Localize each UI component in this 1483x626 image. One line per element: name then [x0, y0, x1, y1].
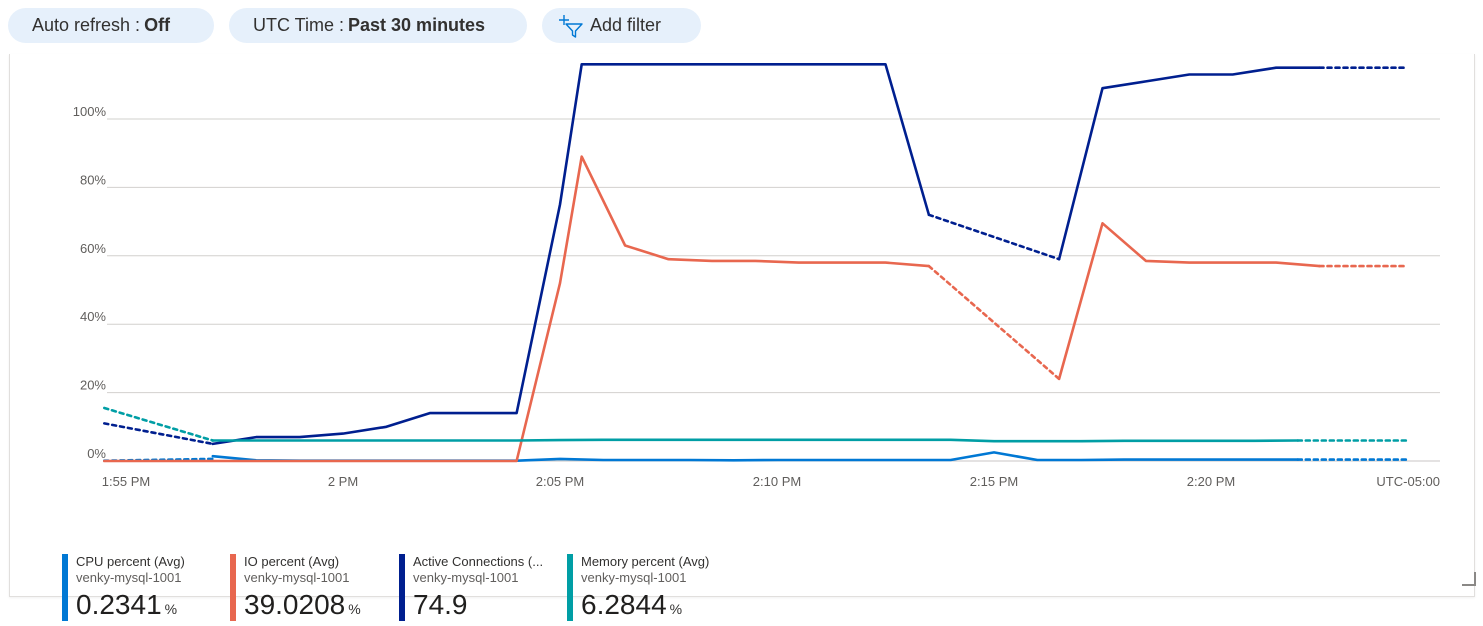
add-filter-icon	[559, 14, 583, 38]
legend-series-name: Memory percent (Avg)	[581, 554, 710, 569]
legend-value: 6.2844	[581, 589, 667, 620]
auto-refresh-label: Auto refresh :	[32, 15, 141, 35]
series-2-line	[1057, 66, 1321, 261]
legend-color-bar	[230, 554, 236, 621]
legend-value: 74.9	[413, 589, 468, 620]
x-tick-label: 2:10 PM	[753, 474, 801, 489]
series-0-line	[211, 451, 1300, 463]
y-tick-label: 60%	[80, 241, 106, 256]
series-1-line	[103, 155, 931, 463]
x-tick-label: 1:55 PM	[102, 474, 150, 489]
y-tick-label: 20%	[80, 378, 106, 393]
auto-refresh-button[interactable]: Auto refresh : Off	[8, 8, 214, 43]
series-1-dashed-line	[927, 264, 1061, 381]
legend-value: 39.0208	[244, 589, 346, 620]
legend-unit: %	[669, 601, 683, 617]
add-filter-button[interactable]: Add filter	[542, 8, 701, 43]
x-tick-label: 2:20 PM	[1187, 474, 1235, 489]
series-3-dashed-line	[103, 406, 215, 442]
y-tick-label: 0%	[87, 446, 106, 461]
resize-handle[interactable]	[1462, 572, 1476, 586]
series-3-line	[211, 438, 1300, 443]
y-tick-label: 40%	[80, 309, 106, 324]
legend-unit: %	[348, 601, 361, 617]
legend-resource-name: venky-mysql-1001	[244, 570, 350, 585]
x-tick-label: 2 PM	[328, 474, 358, 489]
add-filter-label: Add filter	[590, 15, 662, 35]
legend-unit: %	[164, 601, 178, 617]
legend-color-bar	[399, 554, 405, 621]
x-tick-label: 2:05 PM	[536, 474, 584, 489]
legend-resource-name: venky-mysql-1001	[581, 570, 687, 585]
series-1-line	[1057, 222, 1321, 381]
legend-series-name: Active Connections (...	[413, 554, 544, 569]
time-range-value: Past 30 minutes	[348, 15, 486, 35]
legend-item-active-connections[interactable]: Active Connections (... venky-mysql-1001…	[399, 554, 543, 626]
y-tick-label: 80%	[80, 172, 106, 187]
legend-series-name: IO percent (Avg)	[244, 554, 340, 569]
series-2-dashed-line	[103, 422, 215, 446]
legend-color-bar	[567, 554, 573, 621]
legend-value: 0.2341	[76, 589, 162, 620]
auto-refresh-value: Off	[144, 15, 171, 35]
timezone-label: UTC-05:00	[1376, 474, 1440, 489]
y-tick-label: 100%	[73, 104, 107, 119]
series-2-line	[211, 63, 931, 446]
legend-item-io[interactable]: IO percent (Avg) venky-mysql-1001 39.020…	[230, 554, 361, 626]
chart-card: 0% 20% 40% 60% 80% 100% 1:55 PM 2 PM 2:05 PM 2:10…	[9, 54, 1475, 621]
series-2-dashed-line	[927, 213, 1061, 261]
legend-resource-name: venky-mysql-1001	[76, 570, 182, 585]
legend-resource-name: venky-mysql-1001	[413, 570, 519, 585]
x-tick-label: 2:15 PM	[970, 474, 1018, 489]
time-range-button[interactable]: UTC Time : Past 30 minutes	[229, 8, 527, 43]
legend-color-bar	[62, 554, 68, 621]
legend-item-memory[interactable]: Memory percent (Avg) venky-mysql-1001 6.…	[567, 554, 709, 626]
line-chart: 0% 20% 40% 60% 80% 100% 1:55 PM 2 PM 2:05 PM 2:10…	[73, 63, 1440, 489]
time-range-label: UTC Time :	[253, 15, 345, 35]
legend-series-name: CPU percent (Avg)	[76, 554, 185, 569]
legend-item-cpu[interactable]: CPU percent (Avg) venky-mysql-1001 0.234…	[62, 554, 185, 626]
